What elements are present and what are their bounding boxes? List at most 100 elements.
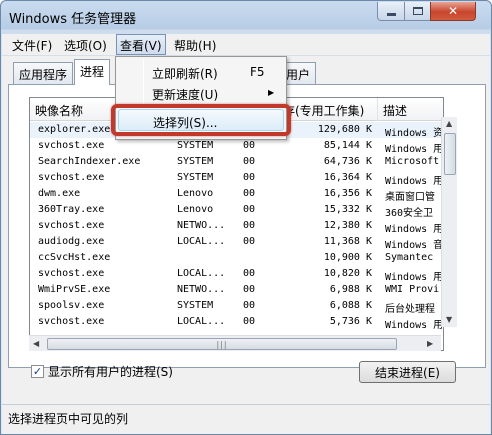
table-row[interactable]: svchost.exe SYSTEM 00 85,144 K Windows 用 [30, 138, 444, 155]
scroll-left-icon[interactable]: ◀ [33, 339, 39, 348]
status-text: 选择进程页中可见的列 [8, 412, 129, 426]
horizontal-scrollbar[interactable]: ◀ ||| ▶ [29, 335, 441, 351]
process-memory: 12,380 K [323, 220, 372, 231]
table-row[interactable]: dwm.exe Lenovo 00 16,356 K 桌面窗口管 [30, 186, 443, 203]
table-row[interactable]: 360Tray.exe Lenovo 00 15,332 K 360安全卫 [30, 202, 443, 219]
process-memory: 6,988 K [329, 284, 372, 295]
task-manager-window: Windows 任务管理器 ✕ 文件(F) 选项(O) 查看(V) 帮助(H) … [0, 0, 492, 435]
table-row[interactable]: svchost.exe LOCAL... 00 10,820 K Windows 用 [30, 266, 444, 283]
update-speed-label: 更新速度(U) [152, 88, 219, 102]
process-description: WMI Provi [385, 284, 440, 295]
process-description: Symantec [385, 252, 434, 263]
process-description: 360安全卫 [385, 208, 434, 219]
process-memory: 16,364 K [323, 172, 372, 183]
process-description: Windows 用 [385, 272, 444, 283]
process-cpu: 00 [243, 284, 256, 295]
process-name: WmiPrvSE.exe [38, 284, 111, 295]
table-row[interactable]: svchost.exe LOCAL... 00 5,736 K Windows 用 [30, 314, 444, 331]
process-user: LOCAL... [177, 236, 226, 247]
table-row[interactable]: ccSvcHst.exe 10,900 K Symantec [30, 250, 443, 266]
process-memory: 129,680 K [317, 124, 372, 135]
vertical-scrollbar[interactable]: ▲ ▼ [441, 117, 457, 327]
menu-item-refresh-now[interactable]: 立即刷新(R) F5 [118, 61, 284, 83]
table-row[interactable]: SearchIndexer.exe SYSTEM 00 64,736 K Microso… [30, 154, 443, 170]
process-name: svchost.exe [38, 316, 105, 327]
process-description: Windows 资 [385, 128, 444, 139]
vertical-scroll-thumb[interactable] [444, 133, 456, 175]
refresh-shortcut: F5 [250, 65, 265, 79]
maximize-button[interactable] [404, 2, 431, 21]
process-cpu: 00 [243, 300, 256, 311]
tab-processes[interactable]: 进程 [74, 59, 111, 85]
process-name: svchost.exe [38, 140, 105, 151]
process-cpu: 00 [243, 140, 256, 151]
scroll-right-icon[interactable]: ▶ [427, 339, 433, 348]
process-cpu: 00 [243, 236, 256, 247]
table-row[interactable]: svchost.exe SYSTEM 00 16,364 K Windows 用 [30, 170, 444, 187]
submenu-arrow-icon: ▶ [268, 88, 275, 97]
process-user: SYSTEM [177, 156, 214, 167]
title-bar[interactable]: Windows 任务管理器 ✕ [1, 1, 491, 31]
process-memory: 15,332 K [323, 204, 372, 215]
process-memory: 85,144 K [323, 140, 372, 151]
process-user: Lenovo [177, 188, 214, 199]
process-user: SYSTEM [177, 140, 214, 151]
process-name: SearchIndexer.exe [38, 156, 141, 167]
process-cpu: 00 [243, 316, 256, 327]
process-cpu: 00 [243, 204, 256, 215]
menu-options[interactable]: 选项(O) [64, 37, 107, 54]
process-description: 桌面窗口管 [385, 192, 435, 203]
process-user: SYSTEM [177, 172, 214, 183]
close-icon: ✕ [447, 4, 459, 18]
process-description: Microsoft [385, 156, 440, 167]
process-user: LOCAL... [177, 316, 226, 327]
table-row[interactable]: WmiPrvSE.exe NETWO... 00 6,988 K WMI Provi [30, 282, 443, 298]
horizontal-scroll-thumb[interactable]: ||| [47, 338, 397, 350]
process-memory: 11,368 K [323, 236, 372, 247]
table-row[interactable]: svchost.exe NETWO... 00 12,380 K Windows 用 [30, 218, 443, 235]
process-memory: 5,736 K [329, 316, 372, 327]
maximize-icon [412, 7, 423, 15]
scroll-down-icon[interactable]: ▼ [446, 315, 452, 324]
menu-file[interactable]: 文件(F) [12, 37, 52, 54]
show-all-users-checkbox[interactable]: ✓ [31, 365, 44, 378]
header-memory[interactable]: 存(专用工作集) [278, 98, 378, 121]
process-description: Windows 用 [385, 320, 444, 331]
menu-item-update-speed[interactable]: 更新速度(U) ▶ [118, 82, 284, 104]
highlight-callout [111, 104, 291, 136]
process-name: dwm.exe [38, 188, 81, 199]
process-user: LOCAL... [177, 268, 226, 279]
process-memory: 10,820 K [323, 268, 372, 279]
process-cpu: 00 [243, 188, 256, 199]
menu-view[interactable]: 查看(V) [116, 34, 166, 55]
process-name: spoolsv.exe [38, 300, 105, 311]
process-rows: explorer.exe 129,680 K Windows 资 svchost.ex… [30, 122, 444, 331]
header-description[interactable]: 描述 [378, 98, 443, 121]
process-user: Lenovo [177, 204, 214, 215]
process-cpu: 00 [243, 220, 256, 231]
menu-help[interactable]: 帮助(H) [174, 37, 216, 54]
process-cpu: 00 [243, 156, 256, 167]
end-process-button[interactable]: 结束进程(E) [359, 361, 456, 383]
process-cpu: 00 [243, 172, 256, 183]
process-description: Windows 用 [385, 144, 444, 155]
window-title: Windows 任务管理器 [9, 12, 137, 27]
process-name: ccSvcHst.exe [38, 252, 111, 263]
show-all-users-option[interactable]: ✓ 显示所有用户的进程(S) [31, 363, 173, 380]
minimize-button[interactable] [377, 2, 405, 21]
process-name: audiodg.exe [38, 236, 105, 247]
status-bar: 选择进程页中可见的列 [2, 404, 490, 434]
process-description: Windows 用 [385, 176, 444, 187]
process-user: NETWO... [177, 284, 226, 295]
scroll-up-icon[interactable]: ▲ [446, 119, 452, 128]
checkmark-icon: ✓ [32, 365, 43, 378]
close-button[interactable]: ✕ [430, 2, 476, 21]
process-memory: 16,356 K [323, 188, 372, 199]
table-row[interactable]: spoolsv.exe SYSTEM 00 6,088 K 后台处理程 [30, 298, 443, 315]
process-memory: 10,900 K [323, 252, 372, 263]
table-row[interactable]: audiodg.exe LOCAL... 00 11,368 K Windows 音 [30, 234, 443, 251]
process-name: 360Tray.exe [38, 204, 105, 215]
tab-applications[interactable]: 应用程序 [13, 62, 74, 84]
grip-icon: ||| [216, 339, 228, 349]
process-name: svchost.exe [38, 172, 105, 183]
